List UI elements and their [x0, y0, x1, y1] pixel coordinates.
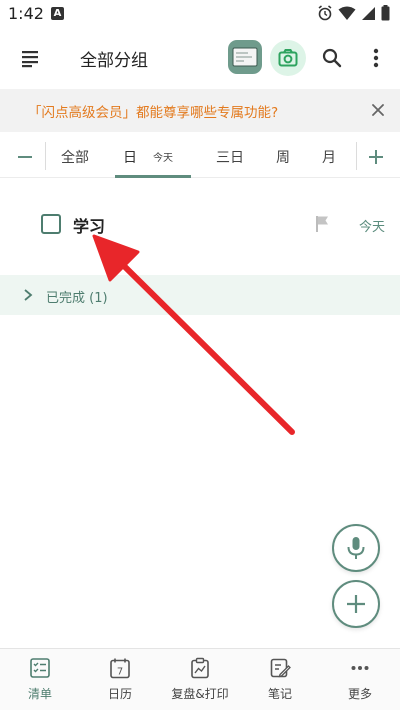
tab-week[interactable]: 周	[276, 147, 290, 167]
whiteboard-thumbnail-icon	[232, 47, 258, 67]
tab-divider	[356, 142, 357, 170]
nav-label-more: 更多	[347, 687, 372, 701]
tab-three-days[interactable]: 三日	[216, 147, 244, 167]
completed-section[interactable]: 已完成 (1)	[0, 275, 400, 315]
voice-input-button[interactable]	[332, 524, 380, 572]
task-item[interactable]: 学习 今天	[0, 200, 400, 250]
hamburger-menu-icon	[22, 51, 38, 68]
add-task-button[interactable]	[332, 580, 380, 628]
tab-month[interactable]: 月	[322, 147, 336, 167]
tab-divider	[45, 142, 46, 170]
app-screen: 1:42 A 全部分组 「闪点高级会员」都能尊享哪些专属功能? 全部 日 今天 …	[0, 0, 400, 710]
tab-all[interactable]: 全部	[61, 147, 89, 167]
calendar-day-number: 7	[117, 667, 123, 678]
plus-icon	[347, 595, 365, 613]
calendar-icon: 7	[110, 658, 130, 679]
battery-icon	[381, 5, 390, 21]
collapse-button[interactable]	[14, 146, 36, 168]
completed-section-label: 已完成 (1)	[46, 291, 108, 306]
nav-item-more[interactable]: 更多	[320, 649, 400, 710]
overflow-menu-button[interactable]	[366, 44, 386, 72]
more-dots-icon	[351, 666, 369, 670]
premium-banner-text[interactable]: 「闪点高级会员」都能尊享哪些专属功能?	[28, 101, 278, 121]
bottom-navigation: 清单 7 日历 复盘&打印 笔记 更多	[0, 648, 400, 710]
menu-button[interactable]	[18, 46, 46, 70]
task-title[interactable]: 学习	[73, 213, 105, 237]
status-icons	[317, 5, 390, 21]
clipboard-chart-icon	[191, 657, 209, 679]
camera-button[interactable]	[270, 40, 306, 76]
microphone-icon	[347, 537, 365, 559]
tab-today[interactable]: 今天	[153, 149, 173, 164]
add-filter-button[interactable]	[365, 146, 387, 168]
more-vertical-icon	[373, 48, 379, 68]
task-checkbox[interactable]	[41, 214, 61, 234]
notification-app-icon: A	[51, 7, 64, 20]
banner-close-button[interactable]	[368, 100, 388, 120]
task-flag-button[interactable]	[315, 215, 331, 233]
wifi-icon	[338, 6, 356, 20]
filter-tabs: 全部 日 今天 三日 周 月	[0, 134, 400, 178]
nav-item-list[interactable]: 清单	[0, 649, 80, 710]
flag-icon	[316, 216, 328, 232]
minus-icon	[18, 156, 32, 158]
nav-label-list: 清单	[27, 687, 52, 701]
page-title[interactable]: 全部分组	[80, 46, 148, 71]
search-button[interactable]	[318, 44, 346, 72]
top-app-bar: 全部分组	[0, 28, 400, 88]
note-edit-icon	[270, 658, 291, 678]
checklist-icon	[30, 658, 50, 678]
scan-board-button[interactable]	[228, 40, 262, 74]
signal-icon	[362, 6, 375, 20]
premium-banner: 「闪点高级会员」都能尊享哪些专属功能?	[0, 89, 400, 132]
selected-tab-indicator	[115, 175, 191, 178]
alarm-icon	[318, 5, 332, 21]
nav-label-review-print: 复盘&打印	[171, 687, 229, 701]
status-bar: 1:42 A	[0, 0, 400, 28]
nav-item-calendar[interactable]: 7 日历	[80, 649, 160, 710]
tab-day[interactable]: 日	[123, 147, 137, 167]
chevron-right-icon	[24, 289, 33, 301]
nav-item-notes[interactable]: 笔记	[240, 649, 320, 710]
status-time: 1:42	[8, 4, 44, 23]
task-due-date[interactable]: 今天	[359, 216, 385, 235]
camera-icon	[278, 49, 298, 67]
plus-icon	[369, 150, 383, 164]
search-icon	[322, 48, 342, 68]
nav-label-notes: 笔记	[267, 687, 292, 701]
nav-item-review-print[interactable]: 复盘&打印	[160, 649, 240, 710]
close-icon	[372, 104, 384, 116]
nav-label-calendar: 日历	[107, 687, 132, 701]
